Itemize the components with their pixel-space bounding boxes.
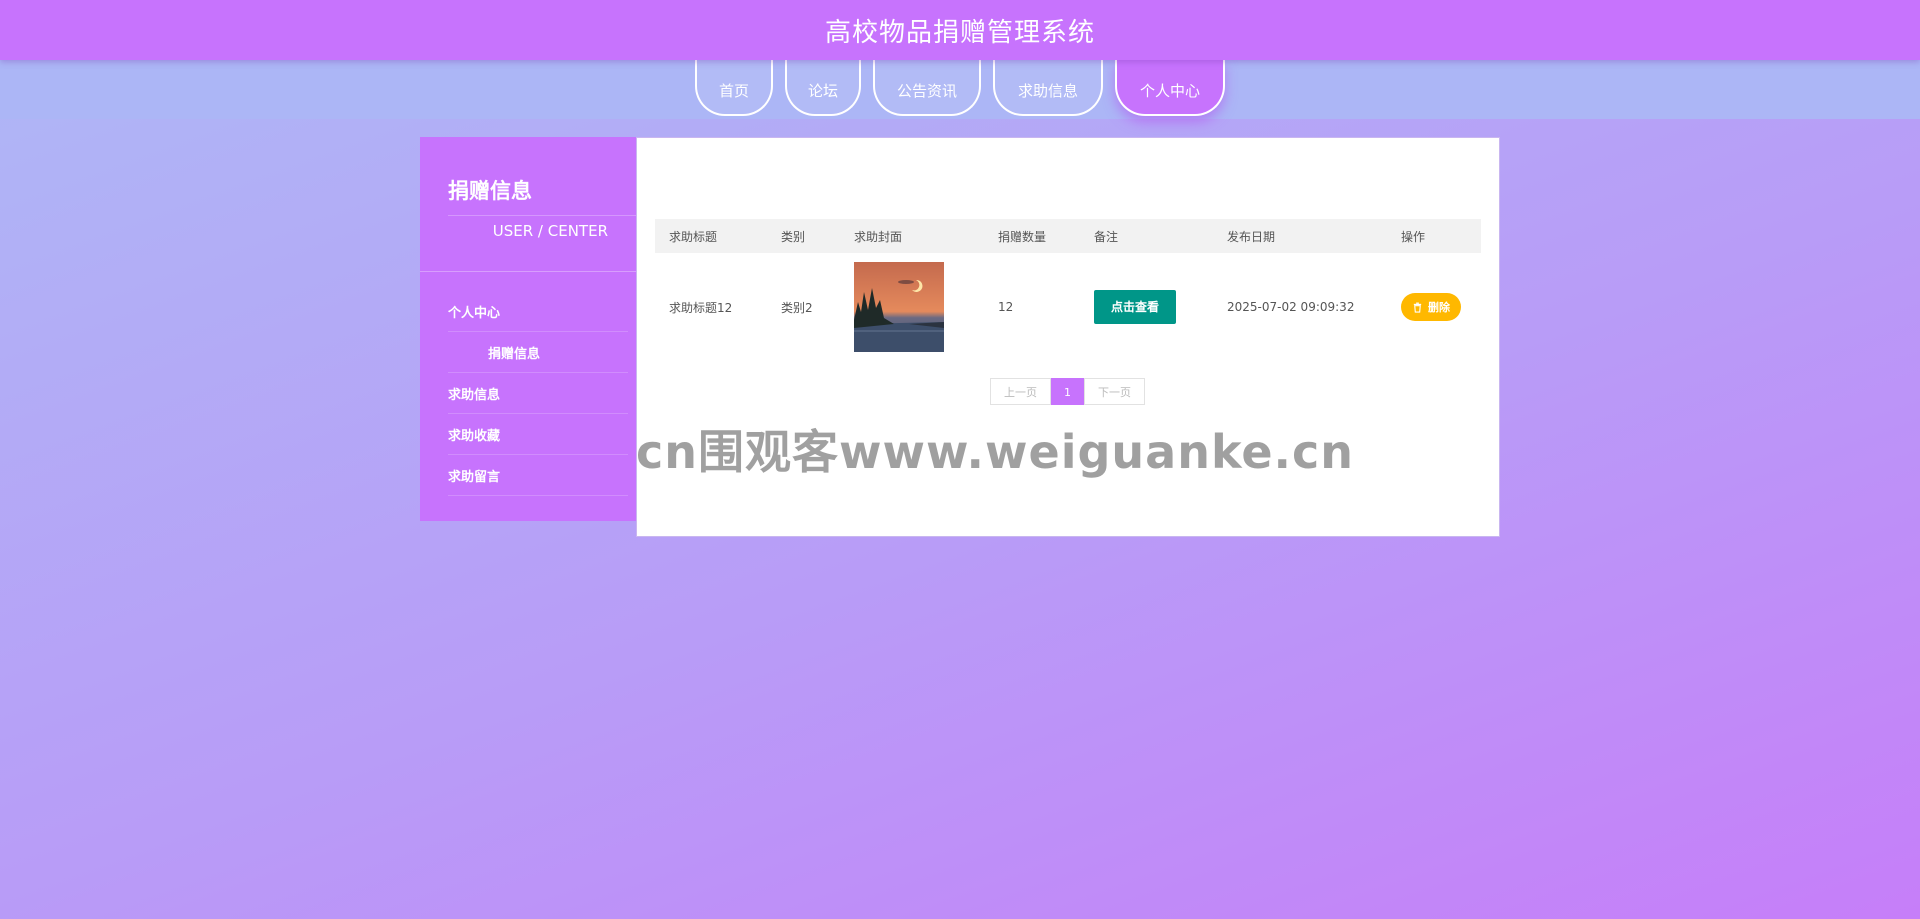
delete-label: 删除	[1428, 301, 1450, 314]
sidebar-item-help-info[interactable]: 求助信息	[448, 374, 628, 414]
column-header: 求助封面	[840, 219, 984, 253]
column-header: 备注	[1080, 219, 1213, 253]
column-header: 捐赠数量	[984, 219, 1080, 253]
pagination: 上一页 1 下一页	[990, 378, 1145, 405]
watermark: cn围观客www.weiguanke.cn	[636, 425, 1355, 479]
next-page-button[interactable]: 下一页	[1084, 378, 1145, 405]
donation-table: 求助标题 类别 求助封面 捐赠数量 备注 发布日期 操作 求助标题12 类别2	[655, 219, 1481, 361]
trash-icon	[1413, 302, 1422, 313]
sidebar-divider	[420, 271, 636, 272]
cell-quantity: 12	[998, 300, 1014, 314]
nav-item-user-center[interactable]: 个人中心	[1115, 60, 1225, 116]
nav-item-help-info[interactable]: 求助信息	[993, 60, 1103, 116]
cell-actions: 删除	[1387, 253, 1481, 361]
nav-item-home[interactable]: 首页	[695, 60, 773, 116]
cell-date: 2025-07-02 09:09:32	[1227, 300, 1355, 314]
column-header: 求助标题	[655, 219, 767, 253]
sidebar-item-user-center[interactable]: 个人中心	[448, 292, 628, 332]
column-header: 操作	[1387, 219, 1481, 253]
main-nav: 首页 论坛 公告资讯 求助信息 个人中心	[0, 60, 1920, 116]
nav-item-label: 公告资讯	[896, 81, 957, 100]
cell-title: 求助标题12	[669, 300, 733, 315]
nav-item-label: 论坛	[807, 81, 838, 100]
column-header: 类别	[767, 219, 840, 253]
nav-item-label: 个人中心	[1139, 81, 1200, 100]
nav-item-announcements[interactable]: 公告资讯	[873, 60, 981, 116]
sidebar-item-donation-info[interactable]: 捐赠信息	[448, 333, 628, 373]
sidebar-subtitle: USER / CENTER	[448, 215, 636, 240]
sidebar-item-help-favorites[interactable]: 求助收藏	[448, 415, 628, 455]
sidebar-title: 捐赠信息	[448, 179, 532, 203]
delete-button[interactable]: 删除	[1401, 293, 1461, 321]
sidebar: 捐赠信息 USER / CENTER 个人中心 捐赠信息 求助信息 求助收藏 求…	[420, 137, 636, 521]
site-title: 高校物品捐赠管理系统	[824, 17, 1095, 48]
nav-item-label: 首页	[718, 81, 749, 100]
nav-item-forum[interactable]: 论坛	[785, 60, 861, 116]
cell-category: 类别2	[781, 300, 813, 315]
cell-cover	[840, 253, 984, 361]
page-number-current[interactable]: 1	[1051, 378, 1084, 405]
column-header: 发布日期	[1213, 219, 1387, 253]
prev-page-button[interactable]: 上一页	[990, 378, 1051, 405]
cover-image[interactable]	[854, 262, 944, 352]
table-header-row: 求助标题 类别 求助封面 捐赠数量 备注 发布日期 操作	[655, 219, 1481, 253]
view-remark-button[interactable]: 点击查看	[1094, 290, 1177, 324]
cell-remark: 点击查看	[1080, 253, 1213, 361]
nav-item-label: 求助信息	[1017, 81, 1078, 100]
sidebar-item-help-messages[interactable]: 求助留言	[448, 456, 628, 496]
site-header: 高校物品捐赠管理系统	[0, 0, 1920, 60]
table-row: 求助标题12 类别2 12 点击查看 2025-07-02 09:09:32 删…	[655, 253, 1481, 361]
